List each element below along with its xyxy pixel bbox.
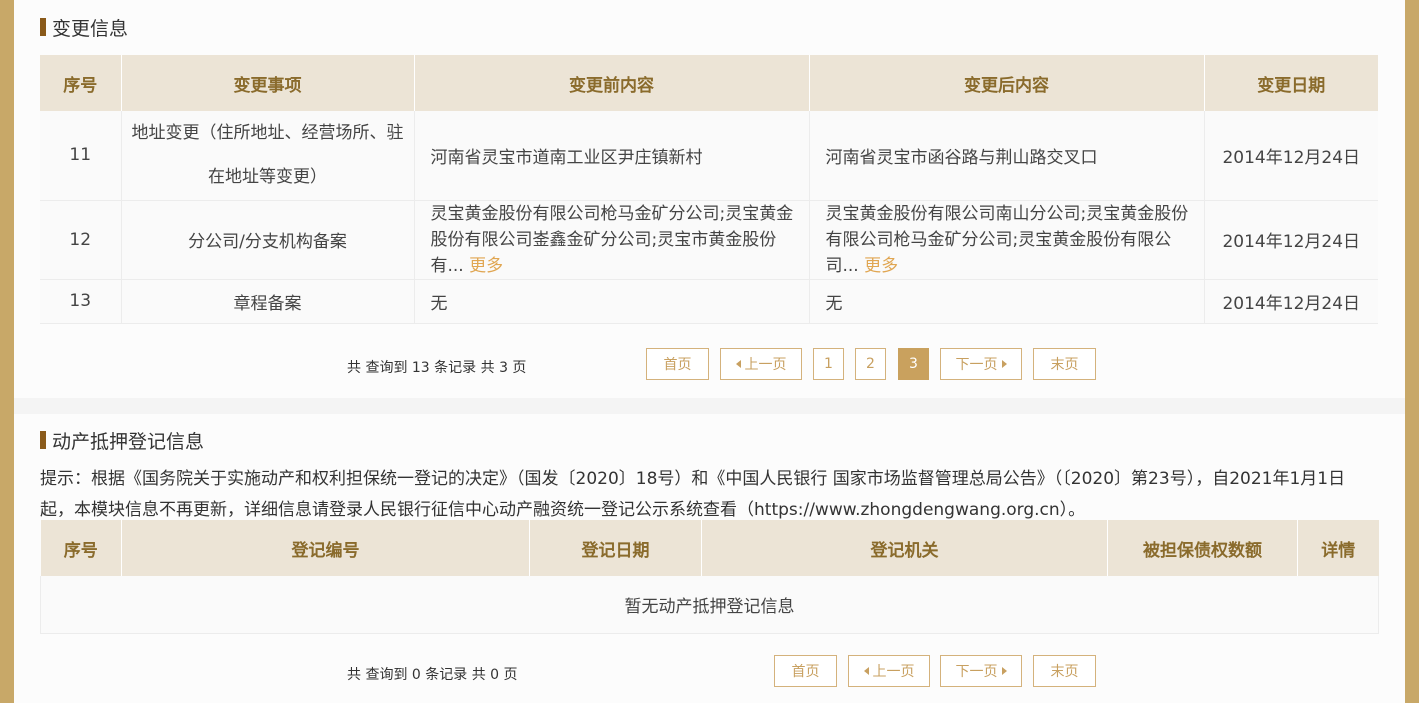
table-row: 12 分公司/分支机构备案 灵宝黄金股份有限公司枪马金矿分公司;灵宝黄金股份有限…	[40, 200, 1378, 280]
section-divider	[14, 398, 1405, 414]
pager-change: 共 查询到 13 条记录 共 3 页 首页 上一页 1 2 3 下一页 末页	[40, 348, 1378, 382]
page-button-3[interactable]: 3	[898, 348, 929, 380]
title-bar-icon	[40, 431, 46, 449]
cell-no: 12	[40, 200, 122, 280]
col-header-no: 序号	[40, 55, 122, 111]
pager-total-text: 共 查询到 0 条记录 共 0 页	[347, 667, 518, 683]
col-header-after: 变更后内容	[809, 55, 1205, 111]
cell-no: 11	[40, 111, 122, 201]
next-page-button[interactable]: 下一页	[940, 655, 1022, 687]
prev-page-button[interactable]: 上一页	[848, 655, 930, 687]
chevron-right-icon	[1001, 667, 1007, 675]
next-label: 下一页	[955, 357, 998, 373]
title-bar-icon	[40, 18, 46, 36]
cell-after: 灵宝黄金股份有限公司南山分公司;灵宝黄金股份有限公司枪马金矿分公司;灵宝黄金股份…	[809, 200, 1205, 280]
chevron-left-icon	[863, 667, 869, 675]
cell-no: 13	[40, 279, 122, 324]
cell-date: 2014年12月24日	[1204, 111, 1378, 201]
col-header-amount: 被担保债权数额	[1107, 520, 1298, 576]
col-header-item: 变更事项	[121, 55, 415, 111]
section-title-pledge: 动产抵押登记信息	[40, 429, 205, 453]
table-header-row: 序号 变更事项 变更前内容 变更后内容 变更日期	[40, 55, 1378, 111]
col-header-date: 变更日期	[1204, 55, 1378, 111]
empty-message: 暂无动产抵押登记信息	[40, 576, 1379, 634]
cell-before: 无	[414, 279, 810, 324]
change-table: 序号 变更事项 变更前内容 变更后内容 变更日期 11 地址变更（住所地址、经营…	[40, 55, 1378, 324]
section-title-text: 动产抵押登记信息	[52, 430, 205, 453]
cell-after: 河南省灵宝市函谷路与荆山路交叉口	[809, 111, 1205, 201]
table-header-row: 序号 登记编号 登记日期 登记机关 被担保债权数额 详情	[40, 520, 1379, 576]
chevron-left-icon	[735, 360, 741, 368]
next-page-button[interactable]: 下一页	[940, 348, 1022, 380]
more-link[interactable]: 更多	[469, 256, 503, 276]
cell-before: 灵宝黄金股份有限公司枪马金矿分公司;灵宝黄金股份有限公司崟鑫金矿分公司;灵宝市黄…	[414, 200, 810, 280]
prev-page-button[interactable]: 上一页	[720, 348, 802, 380]
cell-before: 河南省灵宝市道南工业区尹庄镇新村	[414, 111, 810, 201]
cell-date: 2014年12月24日	[1204, 200, 1378, 280]
first-page-button[interactable]: 首页	[774, 655, 837, 687]
first-page-button[interactable]: 首页	[646, 348, 709, 380]
col-header-reg-authority: 登记机关	[701, 520, 1108, 576]
last-page-button[interactable]: 末页	[1033, 348, 1096, 380]
section-title-text: 变更信息	[52, 17, 129, 40]
notice-text: 提示：根据《国务院关于实施动产和权利担保统一登记的决定》（国发〔2020〕18号…	[40, 469, 1346, 520]
pledge-table: 序号 登记编号 登记日期 登记机关 被担保债权数额 详情 暂无动产抵押登记信息	[40, 520, 1379, 634]
cell-item: 地址变更（住所地址、经营场所、驻在地址等变更）	[121, 111, 415, 201]
cell-after: 无	[809, 279, 1205, 324]
table-row: 13 章程备案 无 无 2014年12月24日	[40, 279, 1378, 324]
table-row: 11 地址变更（住所地址、经营场所、驻在地址等变更） 河南省灵宝市道南工业区尹庄…	[40, 111, 1378, 201]
col-header-detail: 详情	[1297, 520, 1379, 576]
cell-item: 章程备案	[121, 279, 415, 324]
cell-item: 分公司/分支机构备案	[121, 200, 415, 280]
next-label: 下一页	[955, 664, 998, 680]
prev-label: 上一页	[872, 664, 915, 680]
last-page-button[interactable]: 末页	[1033, 655, 1096, 687]
cell-date: 2014年12月24日	[1204, 279, 1378, 324]
prev-label: 上一页	[744, 357, 787, 373]
col-header-before: 变更前内容	[414, 55, 810, 111]
empty-row: 暂无动产抵押登记信息	[40, 576, 1379, 634]
pager-pledge: 共 查询到 0 条记录 共 0 页 首页 上一页 下一页 末页	[40, 655, 1378, 689]
page-button-1[interactable]: 1	[813, 348, 844, 380]
col-header-reg-no: 登记编号	[121, 520, 530, 576]
page-button-2[interactable]: 2	[855, 348, 886, 380]
more-link[interactable]: 更多	[864, 256, 898, 276]
pager-total-text: 共 查询到 13 条记录 共 3 页	[347, 360, 527, 376]
chevron-right-icon	[1001, 360, 1007, 368]
section-title-change: 变更信息	[40, 16, 129, 40]
col-header-no: 序号	[40, 520, 122, 576]
col-header-reg-date: 登记日期	[529, 520, 702, 576]
